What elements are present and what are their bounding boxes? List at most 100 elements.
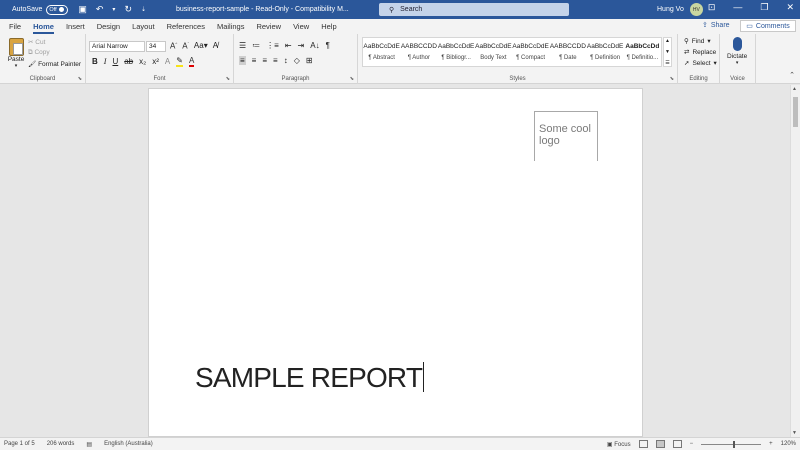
cut-button[interactable]: ✂ Cut bbox=[28, 38, 81, 46]
document-page[interactable]: Some cool logo SAMPLE REPORT bbox=[148, 88, 643, 437]
format-painter-button[interactable]: 🖌 Format Painter bbox=[28, 60, 81, 68]
zoom-thumb[interactable] bbox=[733, 440, 736, 448]
dialog-launcher-icon[interactable]: ⬊ bbox=[226, 76, 230, 82]
highlight-icon[interactable]: ✎ bbox=[176, 56, 183, 67]
dialog-launcher-icon[interactable]: ⬊ bbox=[350, 76, 354, 82]
italic-icon[interactable]: I bbox=[104, 57, 107, 66]
font-size-select[interactable]: 34 bbox=[146, 41, 166, 52]
tab-view[interactable]: View bbox=[287, 22, 315, 34]
language[interactable]: English (Australia) bbox=[104, 441, 153, 447]
logo-placeholder[interactable]: Some cool logo bbox=[534, 111, 598, 161]
replace-button[interactable]: ⇄ Replace bbox=[684, 48, 717, 57]
report-title[interactable]: SAMPLE REPORT bbox=[195, 362, 425, 394]
more-styles-icon[interactable]: ☰ bbox=[665, 60, 669, 66]
shrink-font-icon[interactable]: Aˇ bbox=[182, 41, 189, 51]
print-layout-icon[interactable] bbox=[655, 440, 665, 448]
justify-icon[interactable]: ≡ bbox=[273, 56, 278, 65]
align-right-icon[interactable]: ≡ bbox=[262, 56, 267, 65]
find-button[interactable]: ⚲ Find ▾ bbox=[684, 37, 717, 46]
word-count[interactable]: 206 words bbox=[47, 441, 75, 447]
numbering-icon[interactable]: ≔ bbox=[252, 41, 260, 50]
show-marks-icon[interactable]: ¶ bbox=[326, 41, 330, 50]
decrease-indent-icon[interactable]: ⇤ bbox=[285, 41, 292, 50]
web-layout-icon[interactable] bbox=[672, 440, 682, 448]
zoom-slider[interactable] bbox=[701, 440, 762, 448]
borders-icon[interactable]: ⊞ bbox=[306, 56, 313, 65]
search-input[interactable]: ⚲ Search bbox=[379, 3, 569, 16]
tab-review[interactable]: Review bbox=[250, 22, 287, 34]
chevron-down-icon[interactable]: ▼ bbox=[665, 49, 670, 55]
strikethrough-icon[interactable]: ab bbox=[124, 57, 133, 66]
zoom-in-icon[interactable]: + bbox=[769, 441, 773, 447]
tab-file[interactable]: File bbox=[3, 22, 27, 34]
underline-icon[interactable]: U bbox=[112, 57, 118, 66]
sort-icon[interactable]: A↓ bbox=[310, 41, 319, 50]
grow-font-icon[interactable]: A^ bbox=[170, 41, 177, 51]
collapse-ribbon-icon[interactable]: ⌃ bbox=[789, 71, 795, 79]
tab-help[interactable]: Help bbox=[315, 22, 342, 34]
subscript-icon[interactable]: x₂ bbox=[139, 57, 146, 66]
avatar[interactable]: HV bbox=[689, 3, 703, 16]
save-icon[interactable]: ▣ bbox=[78, 5, 87, 14]
minimize-icon[interactable]: — bbox=[733, 2, 742, 13]
dialog-launcher-icon[interactable]: ⬊ bbox=[670, 76, 674, 82]
tab-home[interactable]: Home bbox=[27, 22, 60, 34]
ribbon-display-icon[interactable]: ⊡ bbox=[708, 2, 716, 13]
multilevel-list-icon[interactable]: ⋮≡ bbox=[266, 41, 279, 50]
select-button[interactable]: ➚ Select ▾ bbox=[684, 59, 717, 68]
scroll-up-icon[interactable]: ▲ bbox=[792, 86, 797, 92]
dictate-button[interactable]: Dictate ▾ bbox=[727, 37, 747, 66]
change-case-icon[interactable]: Aa▾ bbox=[194, 41, 208, 51]
style-abstract[interactable]: AaBbCcDdE ¶ Abstract bbox=[363, 38, 400, 66]
zoom-out-icon[interactable]: − bbox=[690, 441, 694, 447]
user-account[interactable]: Hung Vo HV bbox=[657, 3, 703, 16]
close-icon[interactable]: ✕ bbox=[786, 2, 794, 13]
vertical-scrollbar[interactable]: ▲ ▼ bbox=[790, 85, 800, 437]
tab-design[interactable]: Design bbox=[91, 22, 126, 34]
style-compact[interactable]: AaBbCcDdE ¶ Compact bbox=[512, 38, 549, 66]
focus-button[interactable]: ▣ Focus bbox=[607, 441, 631, 448]
redo-icon[interactable]: ↻ bbox=[124, 5, 132, 14]
superscript-icon[interactable]: x² bbox=[152, 57, 159, 66]
clear-formatting-icon[interactable]: A̸ bbox=[213, 41, 218, 51]
restore-icon[interactable]: ❐ bbox=[760, 2, 768, 13]
zoom-level[interactable]: 120% bbox=[781, 441, 796, 447]
read-mode-icon[interactable] bbox=[638, 440, 648, 448]
text-effects-icon[interactable]: A bbox=[165, 57, 170, 66]
tab-layout[interactable]: Layout bbox=[126, 22, 161, 34]
style-body-text[interactable]: AaBbCcDdE Body Text bbox=[475, 38, 512, 66]
dialog-launcher-icon[interactable]: ⬊ bbox=[78, 76, 82, 82]
tab-references[interactable]: References bbox=[161, 22, 211, 34]
align-center-icon[interactable]: ≡ bbox=[252, 56, 257, 65]
bullets-icon[interactable]: ☰ bbox=[239, 41, 246, 50]
font-color-icon[interactable]: A bbox=[188, 56, 195, 67]
style-definition[interactable]: AaBbCcDdE ¶ Definition bbox=[587, 38, 624, 66]
share-button[interactable]: ⇪ Share bbox=[702, 21, 730, 30]
autosave[interactable]: AutoSave Off bbox=[0, 4, 69, 15]
copy-button[interactable]: ⧉ Copy bbox=[28, 49, 81, 57]
scroll-down-icon[interactable]: ▼ bbox=[792, 430, 797, 436]
dropdown-icon[interactable]: ▾ bbox=[112, 7, 115, 13]
scroll-thumb[interactable] bbox=[793, 97, 798, 127]
bold-icon[interactable]: B bbox=[92, 57, 98, 66]
line-spacing-icon[interactable]: ↕ bbox=[284, 56, 288, 65]
tab-mailings[interactable]: Mailings bbox=[211, 22, 251, 34]
styles-scroll[interactable]: ▲ ▼ ☰ bbox=[663, 37, 672, 67]
font-name-select[interactable]: Arial Narrow bbox=[89, 41, 145, 52]
align-left-icon[interactable]: ≡ bbox=[239, 56, 246, 65]
comments-button[interactable]: ▭ Comments bbox=[740, 20, 796, 32]
style-date[interactable]: AABBCCDD ¶ Date bbox=[549, 38, 586, 66]
style-definition-term[interactable]: AaBbCcDd ¶ Definitio... bbox=[624, 38, 661, 66]
autosave-toggle[interactable]: Off bbox=[46, 4, 69, 15]
document-canvas[interactable]: Some cool logo SAMPLE REPORT bbox=[0, 85, 790, 437]
tab-insert[interactable]: Insert bbox=[60, 22, 91, 34]
chevron-up-icon[interactable]: ▲ bbox=[665, 38, 670, 44]
customize-qat-icon[interactable]: ⇣ bbox=[141, 7, 146, 13]
style-bibliography[interactable]: AaBbCcDdE ¶ Bibliogr... bbox=[438, 38, 475, 66]
style-author[interactable]: AABBCCDD ¶ Author bbox=[400, 38, 437, 66]
shading-icon[interactable]: ◇ bbox=[294, 56, 300, 65]
page-count[interactable]: Page 1 of 5 bbox=[4, 441, 35, 447]
increase-indent-icon[interactable]: ⇥ bbox=[298, 41, 305, 50]
paste-button[interactable]: Paste ▾ bbox=[6, 38, 26, 69]
proofing-icon[interactable]: ▤ bbox=[86, 441, 92, 448]
